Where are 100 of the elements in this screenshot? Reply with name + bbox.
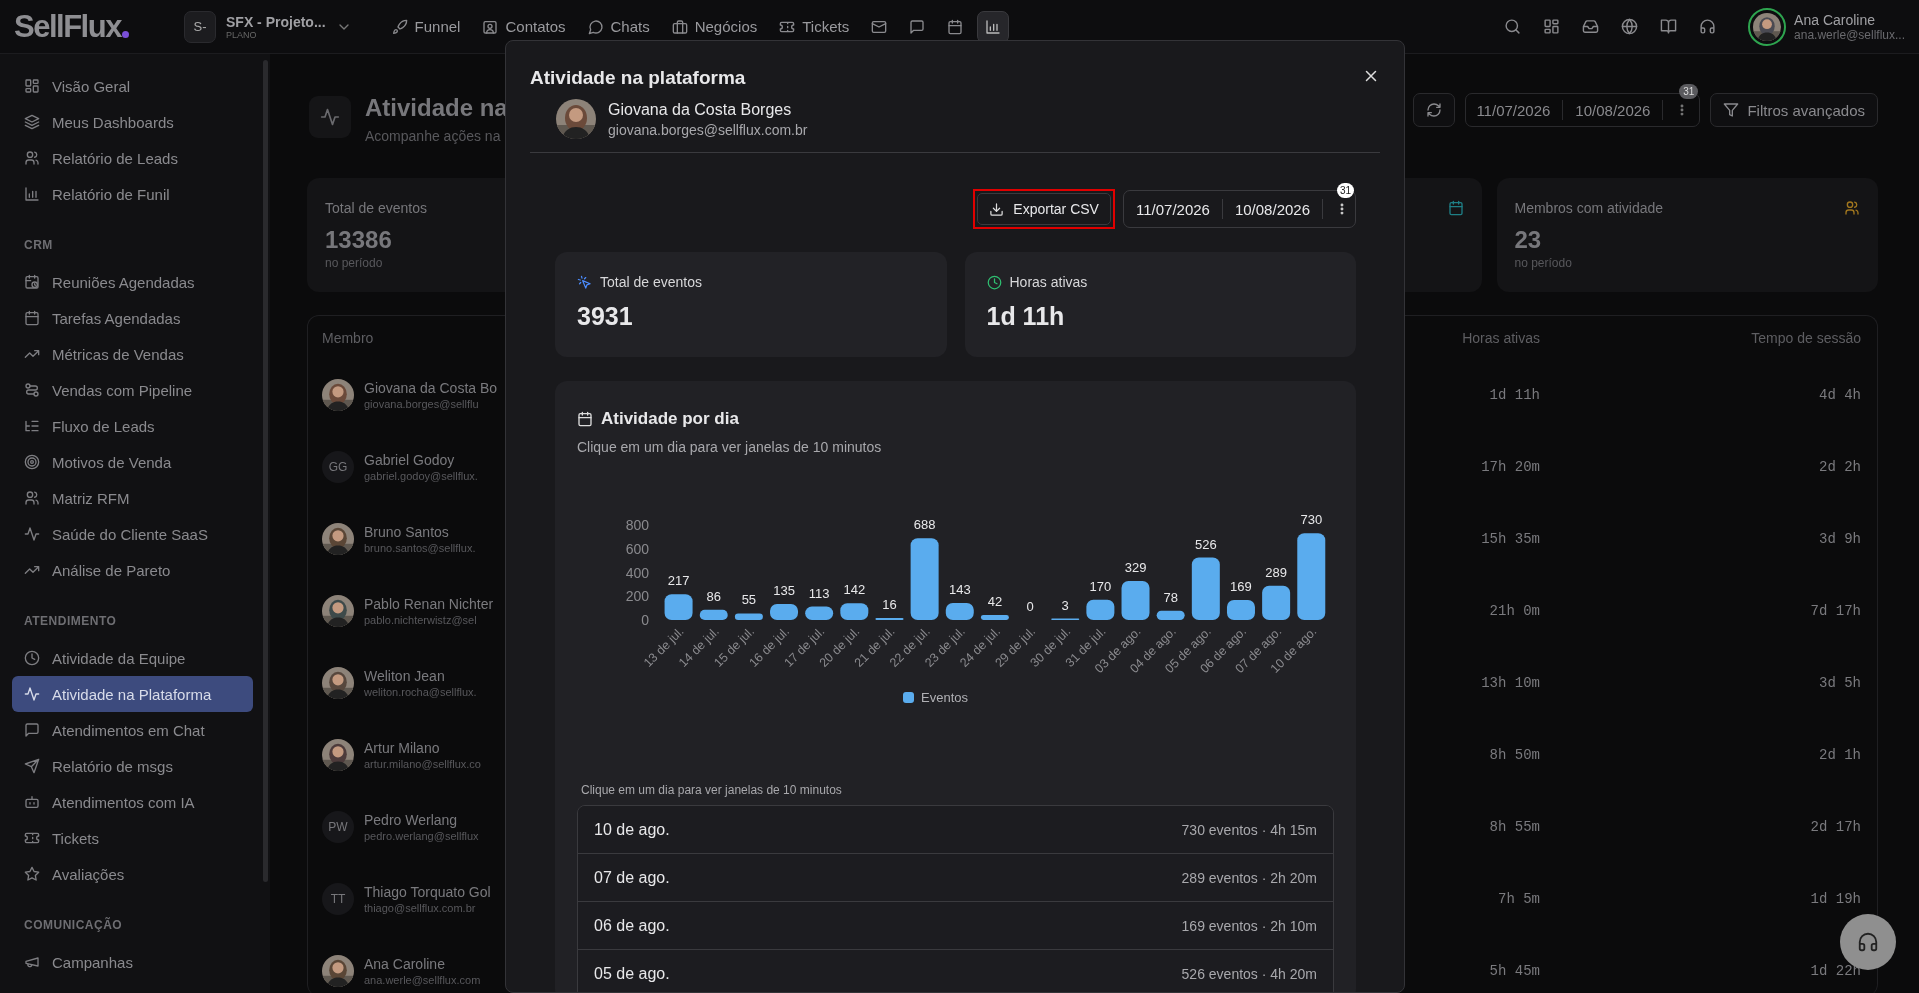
column-header: Tempo de sessão	[1750, 329, 1861, 346]
sidebar-item[interactable]: Meus Dashboards	[12, 104, 253, 140]
data-label: 86	[706, 588, 721, 604]
sidebar-item[interactable]: Reuniões Agendadas	[12, 264, 253, 300]
day-row[interactable]: 05 de ago. 526 eventos · 4h 20m	[578, 950, 1333, 992]
sidebar-item[interactable]: Tickets	[12, 820, 253, 856]
sidebar-item[interactable]: Campanhas	[12, 944, 253, 980]
refresh-button[interactable]	[1413, 93, 1456, 127]
member-email: giovana.borges@sellflux.com.br	[608, 121, 808, 138]
sidebar-item[interactable]: Avaliações	[12, 856, 253, 892]
start-date: 11/07/2026	[1135, 200, 1210, 218]
sidebar-item[interactable]: Visão Geral	[12, 68, 253, 104]
day-summary: 730 eventos · 4h 15m	[1181, 821, 1317, 838]
globe-icon[interactable]	[1620, 18, 1638, 35]
sidebar-item[interactable]: Atendimentos em Chat	[12, 712, 253, 748]
bar[interactable]	[734, 613, 763, 620]
sidebar-item[interactable]: Atendimentos com IA	[12, 784, 253, 820]
day-summary: 289 eventos · 2h 20m	[1181, 869, 1317, 886]
member-name: Thiago Torquato Gol	[364, 884, 491, 900]
table-cell-text: 3d 9h	[1818, 531, 1861, 547]
bar[interactable]	[840, 603, 869, 620]
inbox-icon[interactable]	[1581, 18, 1599, 35]
sidebar-item[interactable]: Relatório de Funil	[12, 176, 253, 212]
sidebar-item[interactable]: Métricas de Vendas	[12, 336, 253, 372]
sidebar-item[interactable]: Relatório de msgs	[12, 748, 253, 784]
day-row[interactable]: 06 de ago. 169 eventos · 2h 10m	[578, 902, 1333, 950]
table-cell-text: 2d 2h	[1818, 459, 1861, 475]
avatar-initials: GG	[322, 451, 354, 483]
nav-link[interactable]: Chats	[579, 12, 658, 41]
member-name: Gabriel Godoy	[364, 452, 456, 468]
day-row[interactable]: 10 de ago. 730 eventos · 4h 15m	[578, 806, 1333, 854]
logo-text: SellFlux	[14, 8, 121, 45]
member-name: Pablo Renan Nichter	[364, 596, 494, 612]
bar[interactable]	[805, 606, 834, 620]
member-email: gabriel.godoy@sellflux.	[364, 470, 478, 482]
sidebar-item[interactable]: Vendas com Pipeline	[12, 372, 253, 408]
table-cell-text: 13h 10m	[1480, 675, 1540, 691]
user-email: ana.werle@sellflux...	[1794, 27, 1905, 42]
workspace-avatar: S-	[184, 10, 216, 43]
workflow-icon	[24, 382, 40, 398]
bar[interactable]	[945, 603, 974, 620]
stat-label: Membros com atividade	[1514, 200, 1664, 216]
rocket-icon	[391, 18, 408, 35]
calendar-icon	[1447, 200, 1464, 216]
bar[interactable]	[699, 609, 728, 620]
bar[interactable]	[1297, 533, 1326, 620]
sidebar-item[interactable]: Atividade da Equipe	[12, 640, 253, 676]
sidebar-item[interactable]: Tarefas Agendadas	[12, 300, 253, 336]
sidebar-item[interactable]: Análise de Pareto	[12, 552, 253, 588]
bar[interactable]	[1226, 599, 1255, 620]
book-icon[interactable]	[1659, 18, 1677, 35]
refresh-icon	[1426, 102, 1443, 118]
calendar-icon	[947, 18, 964, 35]
section-title: COMUNICAÇÃO	[23, 916, 124, 934]
nav-link[interactable]: Negócios	[663, 12, 766, 41]
bar[interactable]	[1086, 599, 1115, 620]
bar[interactable]	[770, 603, 799, 620]
data-label: 730	[1300, 512, 1323, 528]
bar[interactable]	[1121, 580, 1150, 620]
advanced-filters-button[interactable]: Filtros avançados	[1710, 93, 1878, 127]
section-title: ATENDIMENTO	[23, 613, 118, 630]
bar[interactable]	[1191, 557, 1220, 620]
bar[interactable]	[980, 615, 1009, 620]
sidebar-item[interactable]: Fluxo de Leads	[12, 408, 253, 444]
member-email: giovana.borges@sellflu	[364, 398, 480, 410]
page-subtitle: Acompanhe ações na	[365, 128, 502, 144]
axis-label: 200	[625, 588, 649, 605]
toolbar-button[interactable]	[977, 10, 1010, 43]
bar[interactable]	[1156, 610, 1185, 620]
calendar-icon	[577, 411, 593, 427]
dashboard-icon[interactable]	[1542, 18, 1560, 35]
modal-title: Atividade na plataforma	[530, 67, 746, 89]
sidebar-item[interactable]: Relatório de Leads	[12, 140, 253, 176]
data-label: 3	[1061, 597, 1069, 613]
headset-icon[interactable]	[1698, 18, 1716, 35]
data-label: 55	[741, 592, 757, 608]
member-name: Bruno Santos	[364, 524, 450, 540]
clock-icon	[24, 650, 40, 666]
headset-icon	[1857, 931, 1879, 953]
activity-icon	[320, 107, 340, 127]
nav-link[interactable]: Funnel	[383, 12, 469, 41]
export-csv-button[interactable]: Exportar CSV	[977, 193, 1111, 225]
search-icon[interactable]	[1503, 18, 1521, 35]
sidebar-item[interactable]: Motivos de Venda	[12, 444, 253, 480]
avatar-initials: TT	[322, 883, 354, 915]
sidebar-item[interactable]: Saúde do Cliente SaaS	[12, 516, 253, 552]
start-date: 11/07/2026	[1476, 101, 1551, 119]
day-row[interactable]: 07 de ago. 289 eventos · 2h 20m	[578, 854, 1333, 902]
sidebar-item[interactable]: Matriz RFM	[12, 480, 253, 516]
activity-icon	[24, 526, 40, 542]
stat-value: 23	[1514, 226, 1543, 254]
bar[interactable]	[1262, 585, 1291, 620]
scrollbar[interactable]	[263, 60, 268, 882]
nav-link[interactable]: Contatos	[474, 12, 574, 41]
bar[interactable]	[910, 538, 939, 620]
sidebar-item[interactable]: Atividade na Plataforma	[12, 676, 253, 712]
ticket-icon	[24, 830, 40, 846]
bar[interactable]	[664, 594, 693, 620]
mail-icon	[871, 18, 888, 35]
nav-link[interactable]: Tickets	[771, 12, 858, 41]
